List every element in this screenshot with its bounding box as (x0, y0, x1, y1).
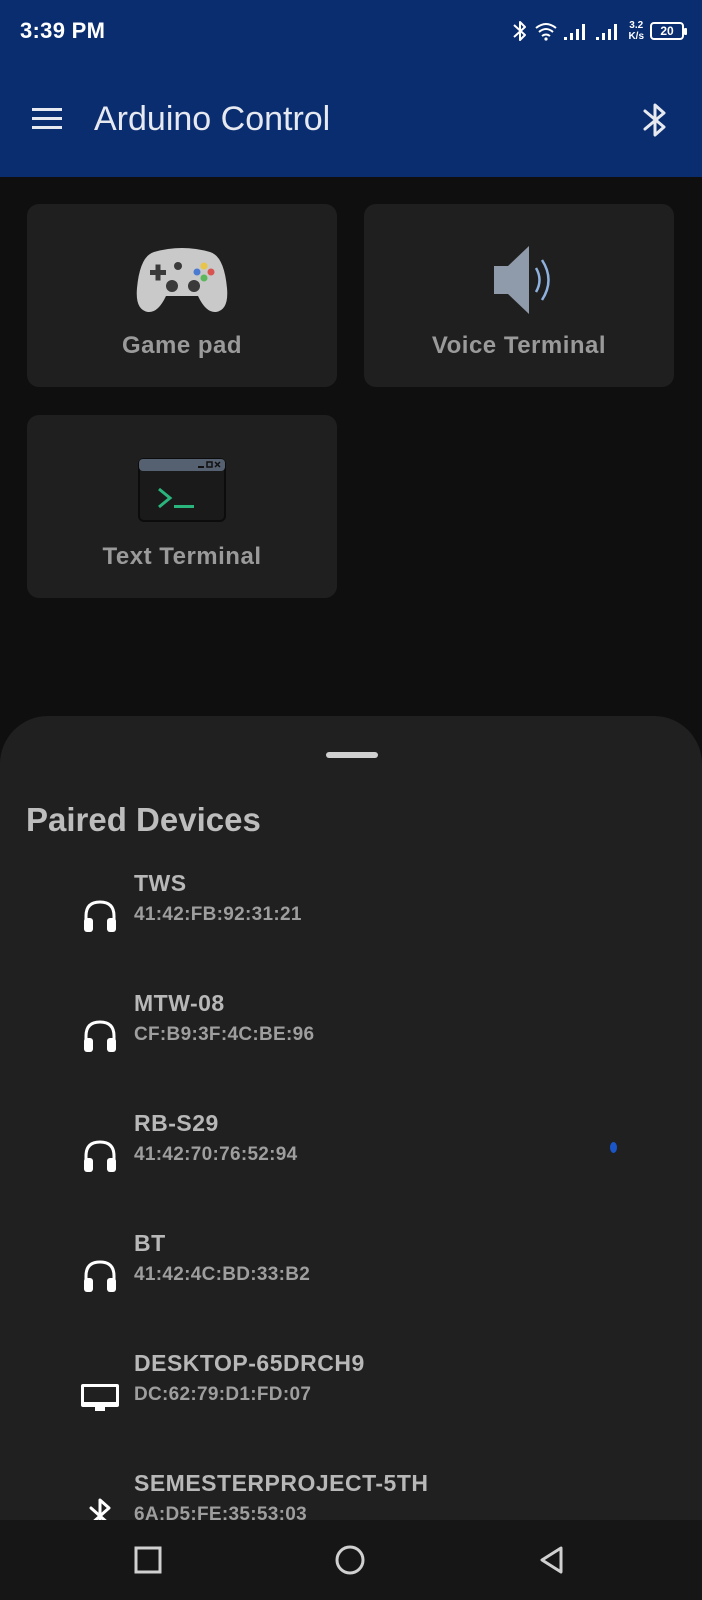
page-title: Arduino Control (94, 100, 331, 138)
gamepad-icon (132, 240, 232, 320)
status-bar: 3:39 PM 3.2 K/s 20 (0, 0, 702, 62)
device-address: 41:42:70:76:52:94 (134, 1144, 298, 1165)
tile-voice-terminal[interactable]: Voice Terminal (364, 204, 674, 387)
tile-text-terminal[interactable]: Text Terminal (27, 415, 337, 598)
tile-label: Game pad (121, 332, 243, 359)
bluetooth-icon (512, 19, 528, 43)
net-speed-unit: K/s (628, 31, 644, 42)
device-item[interactable]: DESKTOP-65DRCH9 DC:62:79:D1:FD:07 (0, 1350, 702, 1440)
loading-indicator (610, 1142, 617, 1153)
bluetooth-icon[interactable] (640, 100, 670, 140)
headphones-icon (80, 896, 120, 936)
device-item[interactable]: TWS 41:42:FB:92:31:21 (0, 870, 702, 960)
device-address: 41:42:4C:BD:33:B2 (134, 1264, 311, 1285)
device-name: RB-S29 (134, 1110, 219, 1136)
device-address: 41:42:FB:92:31:21 (134, 904, 302, 925)
back-triangle-icon[interactable] (534, 1542, 570, 1578)
status-time: 3:39 PM (20, 18, 106, 43)
tile-label: Text Terminal (102, 543, 262, 570)
device-name: MTW-08 (134, 990, 225, 1016)
headphones-icon (80, 1256, 120, 1296)
signal-icon (564, 21, 590, 41)
signal-icon (596, 21, 622, 41)
device-name: TWS (134, 870, 187, 896)
device-item[interactable]: MTW-08 CF:B9:3F:4C:BE:96 (0, 990, 702, 1080)
paired-devices-sheet: Paired Devices TWS 41:42:FB:92:31:21 MTW… (0, 716, 702, 1520)
system-nav-bar (0, 1520, 702, 1600)
app-bar: Arduino Control (0, 62, 702, 177)
sheet-title: Paired Devices (26, 801, 261, 838)
tile-game-pad[interactable]: Game pad (27, 204, 337, 387)
device-address: 6A:D5:FE:35:53:03 (134, 1504, 307, 1520)
device-item[interactable]: SEMESTERPROJECT-5TH 6A:D5:FE:35:53:03 (0, 1470, 702, 1520)
device-name: SEMESTERPROJECT-5TH (134, 1470, 429, 1496)
headphones-icon (80, 1016, 120, 1056)
tile-label: Voice Terminal (431, 332, 607, 359)
net-speed-value: 3.2 (629, 20, 644, 31)
recents-square-icon[interactable] (130, 1542, 166, 1578)
device-name: DESKTOP-65DRCH9 (134, 1350, 365, 1376)
device-address: DC:62:79:D1:FD:07 (134, 1384, 312, 1405)
device-item[interactable]: BT 41:42:4C:BD:33:B2 (0, 1230, 702, 1320)
speaker-icon (469, 240, 569, 320)
device-name: BT (134, 1230, 166, 1256)
wifi-icon (534, 21, 558, 41)
net-speed: 3.2 K/s (628, 20, 644, 42)
battery-icon: 20 (650, 22, 687, 40)
bluetooth-icon (80, 1496, 120, 1520)
drag-handle[interactable] (326, 752, 378, 758)
device-address: CF:B9:3F:4C:BE:96 (134, 1024, 315, 1045)
terminal-icon (132, 451, 232, 531)
device-item[interactable]: RB-S29 41:42:70:76:52:94 (0, 1110, 702, 1200)
status-icons: 3.2 K/s 20 (512, 16, 687, 46)
hamburger-menu-icon[interactable] (28, 102, 68, 136)
headphones-icon (80, 1136, 120, 1176)
home-circle-icon[interactable] (332, 1542, 368, 1578)
monitor-icon (80, 1376, 120, 1416)
battery-level: 20 (660, 24, 674, 38)
